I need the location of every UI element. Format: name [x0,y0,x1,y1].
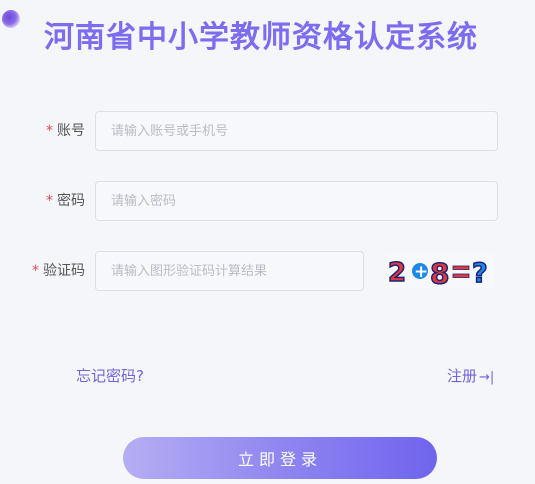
register-link[interactable]: 注册 →| [447,365,494,386]
account-label: * 账号 [46,123,85,139]
password-row: * 密码 [0,181,535,221]
required-mark: * [46,123,53,139]
captcha-input[interactable] [95,251,364,291]
password-input[interactable] [95,181,498,221]
svg-text:8: 8 [430,257,449,289]
captcha-label: * 验证码 [32,263,85,279]
captcha-image[interactable]: 2 + 8 ? [386,253,494,289]
captcha-row: *验证码 2 + 8 ? [0,251,535,291]
required-mark: * [46,193,53,209]
password-label: * 密码 [46,193,85,209]
logo-icon [2,10,20,28]
svg-text:?: ? [472,258,488,289]
login-button[interactable]: 立即登录 [123,437,437,479]
arrow-right-icon: →| [479,370,495,385]
svg-text:+: + [414,262,428,282]
account-row: * 账号 [0,111,535,151]
link-bar: 忘记密码? 注册 →| [0,365,535,385]
account-input[interactable] [95,111,498,151]
svg-text:2: 2 [388,258,406,288]
page-title: 河南省中小学教师资格认定系统 [44,20,478,55]
forgot-password-link[interactable]: 忘记密码? [76,365,144,386]
required-mark: * [32,263,39,279]
